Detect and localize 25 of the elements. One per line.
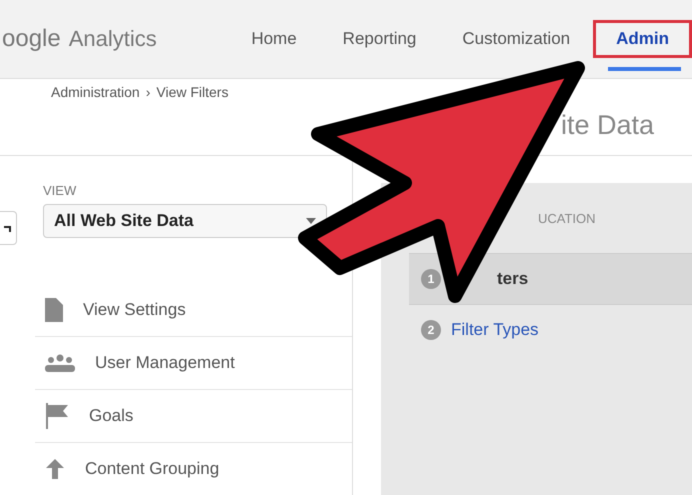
step-row[interactable]: 2 Filter Types	[409, 304, 692, 355]
menu-item[interactable]: View Settings	[35, 284, 352, 337]
step-number: 2	[421, 320, 441, 340]
up-arrow-icon	[45, 459, 65, 479]
people-icon	[45, 354, 75, 372]
section-heading: UCATION	[538, 211, 597, 228]
menu-item[interactable]: Content Grouping	[35, 443, 352, 495]
breadcrumb-separator: ›	[146, 84, 150, 100]
product-name: Analytics	[68, 26, 157, 52]
view-select[interactable]: All Web Site Data	[43, 204, 327, 238]
dropdown[interactable]	[0, 211, 17, 245]
page-title: ite Data	[561, 110, 656, 141]
breadcrumb-item[interactable]: View Filters	[156, 84, 228, 100]
nav-tab[interactable]: Reporting	[320, 20, 440, 58]
menu-item[interactable]: User Management	[35, 337, 352, 390]
flag-icon	[45, 403, 69, 429]
menu-item[interactable]: Goals	[35, 390, 352, 443]
nav-tab[interactable]: Customization	[439, 20, 594, 58]
nav-tab[interactable]: Home	[228, 20, 320, 58]
step-number: 1	[421, 269, 441, 289]
step-row[interactable]: 1 ters	[409, 253, 692, 304]
document-icon	[45, 298, 63, 322]
breadcrumb-item[interactable]: Administration	[51, 84, 140, 100]
logo-text: oogle	[2, 25, 61, 53]
view-label: VIEW	[43, 183, 78, 198]
